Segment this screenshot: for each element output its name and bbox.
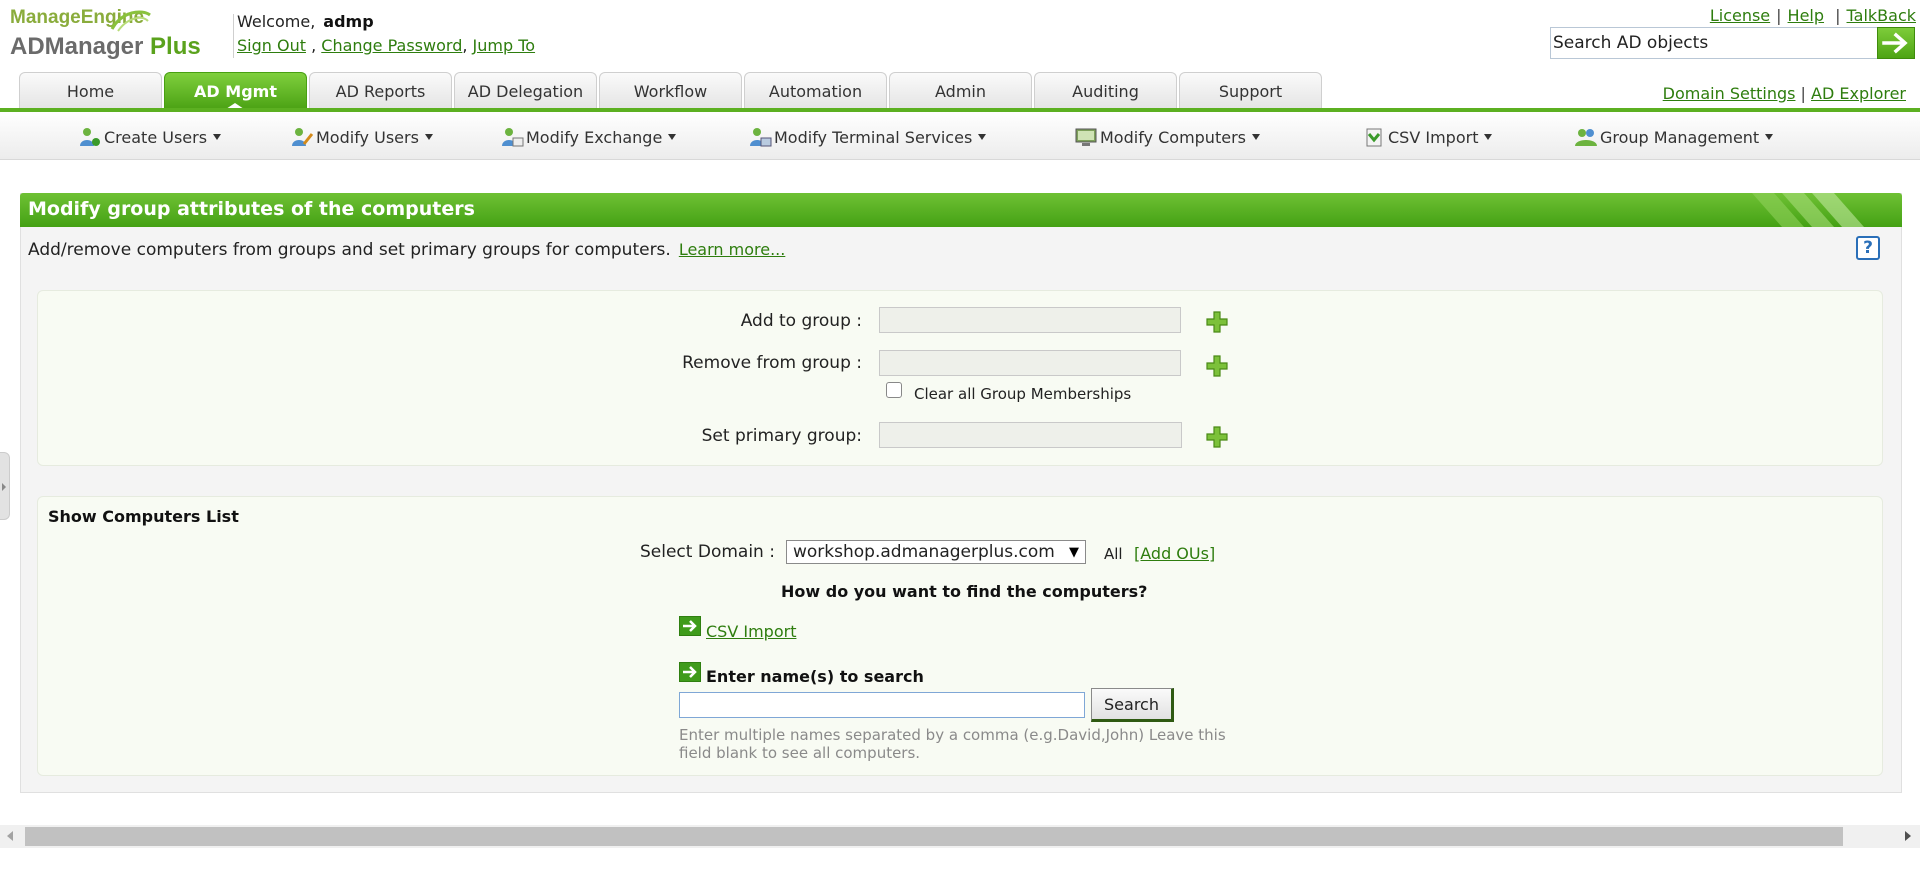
add-to-group-field[interactable] bbox=[879, 307, 1181, 333]
license-link[interactable]: License bbox=[1710, 6, 1770, 25]
computer-icon bbox=[1075, 128, 1097, 146]
submenu-csv-import[interactable]: CSV Import bbox=[1362, 126, 1493, 148]
domain-select[interactable]: workshop.admanagerplus.com ▼ bbox=[786, 540, 1086, 564]
add-to-group-label: Add to group : bbox=[740, 311, 862, 331]
tab-auditing[interactable]: Auditing bbox=[1034, 72, 1177, 110]
clear-memberships-label: Clear all Group Memberships bbox=[914, 385, 1132, 403]
change-password-link[interactable]: Change Password bbox=[321, 36, 462, 55]
domain-select-value: workshop.admanagerplus.com bbox=[793, 542, 1055, 562]
select-domain-label: Select Domain : bbox=[640, 542, 775, 562]
brand-admanager-plus: ADManager Plus bbox=[10, 33, 201, 60]
show-computers-title: Show Computers List bbox=[48, 507, 239, 526]
ad-explorer-link[interactable]: AD Explorer bbox=[1811, 84, 1906, 103]
submenu-modify-terminal-services[interactable]: Modify Terminal Services bbox=[748, 126, 987, 148]
primary-group-plus-icon[interactable] bbox=[1206, 426, 1228, 448]
find-computers-question: How do you want to find the computers? bbox=[781, 582, 1148, 601]
main-tabs: Home AD Mgmt AD Reports AD Delegation Wo… bbox=[19, 72, 1324, 111]
help-icon[interactable]: ? bbox=[1856, 236, 1880, 260]
talkback-link[interactable]: TalkBack bbox=[1847, 6, 1916, 25]
csv-arrow-icon bbox=[679, 616, 701, 636]
group-management-icon bbox=[1575, 129, 1597, 146]
domain-settings-link[interactable]: Domain Settings bbox=[1663, 84, 1796, 103]
search-button[interactable]: Search bbox=[1091, 688, 1174, 722]
panel-title: Modify group attributes of the computers bbox=[20, 193, 1902, 227]
sign-out-link[interactable]: Sign Out bbox=[237, 36, 306, 55]
dropdown-arrow-icon: ▼ bbox=[1069, 544, 1079, 560]
scroll-right-icon[interactable] bbox=[1905, 831, 1911, 841]
submenu-modify-computers[interactable]: Modify Computers bbox=[1074, 126, 1260, 148]
submenu-create-users[interactable]: Create Users bbox=[78, 126, 222, 148]
tab-support[interactable]: Support bbox=[1179, 72, 1322, 110]
clear-memberships-checkbox[interactable] bbox=[886, 382, 902, 398]
terminal-services-icon bbox=[750, 128, 772, 147]
panel-description: Add/remove computers from groups and set… bbox=[28, 240, 786, 260]
csv-import-icon bbox=[1366, 128, 1382, 147]
header-divider bbox=[233, 14, 234, 58]
submenu-group-management[interactable]: Group Management bbox=[1574, 126, 1774, 148]
tab-ad-reports[interactable]: AD Reports bbox=[309, 72, 452, 110]
add-ous-link[interactable]: [Add OUs] bbox=[1134, 544, 1215, 563]
user-links: Sign Out , Change Password, Jump To bbox=[237, 36, 536, 55]
welcome-text: Welcome, admp bbox=[237, 12, 374, 31]
scrollbar-thumb[interactable] bbox=[25, 827, 1843, 846]
tab-ad-mgmt[interactable]: AD Mgmt bbox=[164, 72, 307, 111]
search-hint: Enter multiple names separated by a comm… bbox=[679, 726, 1226, 762]
search-arrow-icon bbox=[679, 662, 701, 682]
side-panel-toggle[interactable] bbox=[0, 452, 10, 520]
tab-workflow[interactable]: Workflow bbox=[599, 72, 742, 110]
submenu-modify-exchange[interactable]: Modify Exchange bbox=[500, 126, 677, 148]
username: admp bbox=[323, 12, 374, 31]
all-ous-text: All bbox=[1104, 545, 1123, 563]
remove-from-group-label: Remove from group : bbox=[682, 353, 862, 373]
modify-exchange-icon bbox=[502, 128, 524, 147]
tab-admin[interactable]: Admin bbox=[889, 72, 1032, 110]
add-group-plus-icon[interactable] bbox=[1206, 311, 1228, 333]
computer-names-input[interactable] bbox=[679, 692, 1085, 718]
submenu-modify-users[interactable]: Modify Users bbox=[290, 126, 433, 148]
logo-swoosh-icon bbox=[110, 10, 151, 32]
help-link[interactable]: Help bbox=[1788, 6, 1824, 25]
search-ad-objects[interactable] bbox=[1550, 27, 1880, 59]
tab-automation[interactable]: Automation bbox=[744, 72, 887, 110]
search-go-button[interactable] bbox=[1877, 27, 1915, 59]
tab-ad-delegation[interactable]: AD Delegation bbox=[454, 72, 597, 110]
arrow-right-icon bbox=[1882, 32, 1908, 54]
submenu-bar: Create Users Modify Users Modify Exchang… bbox=[0, 112, 1920, 160]
jump-to-link[interactable]: Jump To bbox=[473, 36, 536, 55]
enter-names-label: Enter name(s) to search bbox=[706, 667, 924, 686]
tab-home[interactable]: Home bbox=[19, 72, 162, 110]
header-stripes bbox=[1752, 193, 1864, 227]
csv-import-link[interactable]: CSV Import bbox=[706, 622, 796, 641]
scroll-left-icon[interactable] bbox=[7, 831, 13, 841]
top-right-links: License | Help | TalkBack bbox=[1709, 6, 1916, 25]
search-input[interactable] bbox=[1551, 28, 1871, 58]
set-primary-group-field[interactable] bbox=[879, 422, 1182, 448]
learn-more-link[interactable]: Learn more... bbox=[679, 240, 786, 259]
create-users-icon bbox=[80, 128, 100, 146]
remove-group-plus-icon[interactable] bbox=[1206, 355, 1228, 377]
set-primary-group-label: Set primary group: bbox=[701, 426, 862, 446]
modify-users-icon bbox=[292, 128, 314, 146]
remove-from-group-field[interactable] bbox=[879, 350, 1181, 376]
tab-right-links: Domain Settings | AD Explorer bbox=[1662, 84, 1906, 103]
